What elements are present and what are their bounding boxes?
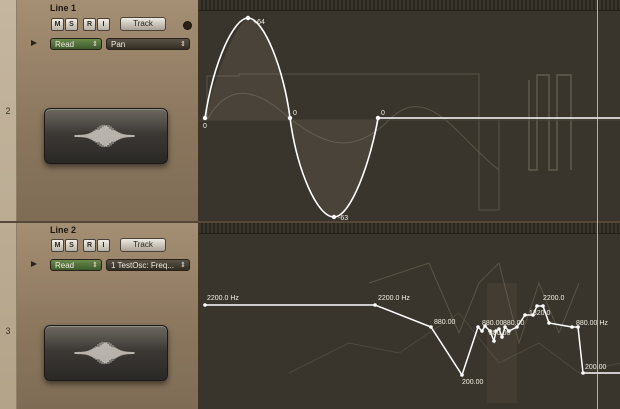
region-thumbnail[interactable]	[44, 108, 168, 164]
automation-point[interactable]	[476, 325, 480, 329]
dot-icon[interactable]	[183, 21, 192, 30]
automation-point-label: +64	[253, 19, 265, 26]
chevron-updown-icon: ⇕	[92, 41, 98, 48]
mute-button[interactable]: M	[51, 18, 64, 31]
chevron-updown-icon: ⇕	[92, 262, 98, 269]
automation-curve[interactable]	[205, 304, 620, 377]
track-name[interactable]: Line 1	[50, 3, 76, 13]
automation-point[interactable]	[245, 15, 251, 21]
automation-parameter-select[interactable]: Pan ⇕	[106, 38, 190, 50]
input-monitor-button[interactable]: I	[97, 18, 110, 31]
automation-point-label: 880.00	[489, 330, 511, 337]
track-header-line-2[interactable]: Line 2 M S R I Track Read ⇕ 1 TestOsc: F…	[17, 223, 199, 409]
automation-parameter-select[interactable]: 1 TestOsc: Freq... ⇕	[106, 259, 190, 271]
chevron-updown-icon: ⇕	[180, 262, 186, 269]
automation-parameter-value: 1 TestOsc: Freq...	[111, 261, 174, 270]
automation-point-label: 880.00	[503, 320, 525, 327]
solo-button[interactable]: S	[65, 18, 78, 31]
automation-point[interactable]	[331, 214, 337, 220]
automation-point-label: 880.00	[434, 319, 456, 326]
automation-mode-value: Read	[55, 40, 75, 49]
automation-point[interactable]	[460, 373, 464, 377]
track-button[interactable]: Track	[120, 238, 166, 252]
automation-point-label: 200.00	[585, 364, 607, 371]
automation-point-label: 0	[203, 123, 207, 130]
track-number: 3	[5, 326, 11, 336]
chevron-updown-icon: ⇕	[180, 41, 186, 48]
automation-mode-select[interactable]: Read ⇕	[50, 38, 102, 50]
automation-point-label: 200.00	[462, 379, 484, 386]
input-monitor-button[interactable]: I	[97, 239, 110, 252]
automation-point[interactable]	[547, 321, 551, 325]
automation-point[interactable]	[203, 303, 207, 307]
automation-point-label: 880.00 Hz	[576, 320, 608, 327]
automation-point-label: 2200.0 Hz	[378, 295, 410, 302]
record-button[interactable]: R	[83, 18, 96, 31]
track-number-column: 2 3	[0, 0, 17, 409]
automation-curve-area[interactable]: 0+640-630	[199, 0, 620, 221]
automation-lane-line-2[interactable]: 2200.0 Hz 2200.0 Hz 880.00 200.00 880.00 880.…	[199, 223, 620, 409]
automation-point[interactable]	[492, 339, 496, 343]
track-header-line-1[interactable]: Line 1 M S R I Track Read ⇕ Pan ⇕	[17, 0, 199, 221]
track-name[interactable]: Line 2	[50, 225, 76, 235]
automation-point[interactable]	[202, 115, 208, 121]
automation-point[interactable]	[373, 303, 377, 307]
automation-point-label: 880.00	[482, 320, 504, 327]
region-thumbnail[interactable]	[44, 325, 168, 381]
automation-curve-area[interactable]: 2200.0 Hz 2200.0 Hz880.00200.00880.00880.…	[199, 223, 620, 409]
automation-point[interactable]	[429, 325, 433, 329]
waveform-icon	[74, 341, 135, 365]
playhead[interactable]	[597, 0, 598, 409]
automation-point-label: 2200.0	[543, 295, 565, 302]
automation-point[interactable]	[375, 115, 381, 121]
automation-mode-select[interactable]: Read ⇕	[50, 259, 102, 271]
track-button[interactable]: Track	[120, 17, 166, 31]
automation-point[interactable]	[523, 313, 527, 317]
automation-point[interactable]	[535, 304, 539, 308]
automation-point-label: 2200.0 Hz	[207, 295, 239, 302]
automation-point[interactable]	[570, 325, 574, 329]
automation-point-label: 1320.0	[529, 310, 551, 317]
track-number: 2	[5, 106, 11, 116]
automation-point[interactable]	[581, 371, 585, 375]
automation-point[interactable]	[287, 115, 293, 121]
automation-mode-value: Read	[55, 261, 75, 270]
automation-point-label: 0	[293, 110, 297, 117]
play-icon[interactable]	[31, 40, 37, 46]
automation-lane-line-1[interactable]: 0 +64 0 -63 0	[199, 0, 620, 221]
automation-point-label: 0	[381, 110, 385, 117]
mute-button[interactable]: M	[51, 239, 64, 252]
automation-point[interactable]	[480, 329, 484, 333]
play-icon[interactable]	[31, 261, 37, 267]
waveform-icon	[74, 124, 135, 148]
record-button[interactable]: R	[83, 239, 96, 252]
automation-point[interactable]	[541, 304, 545, 308]
solo-button[interactable]: S	[65, 239, 78, 252]
automation-parameter-value: Pan	[111, 40, 126, 49]
